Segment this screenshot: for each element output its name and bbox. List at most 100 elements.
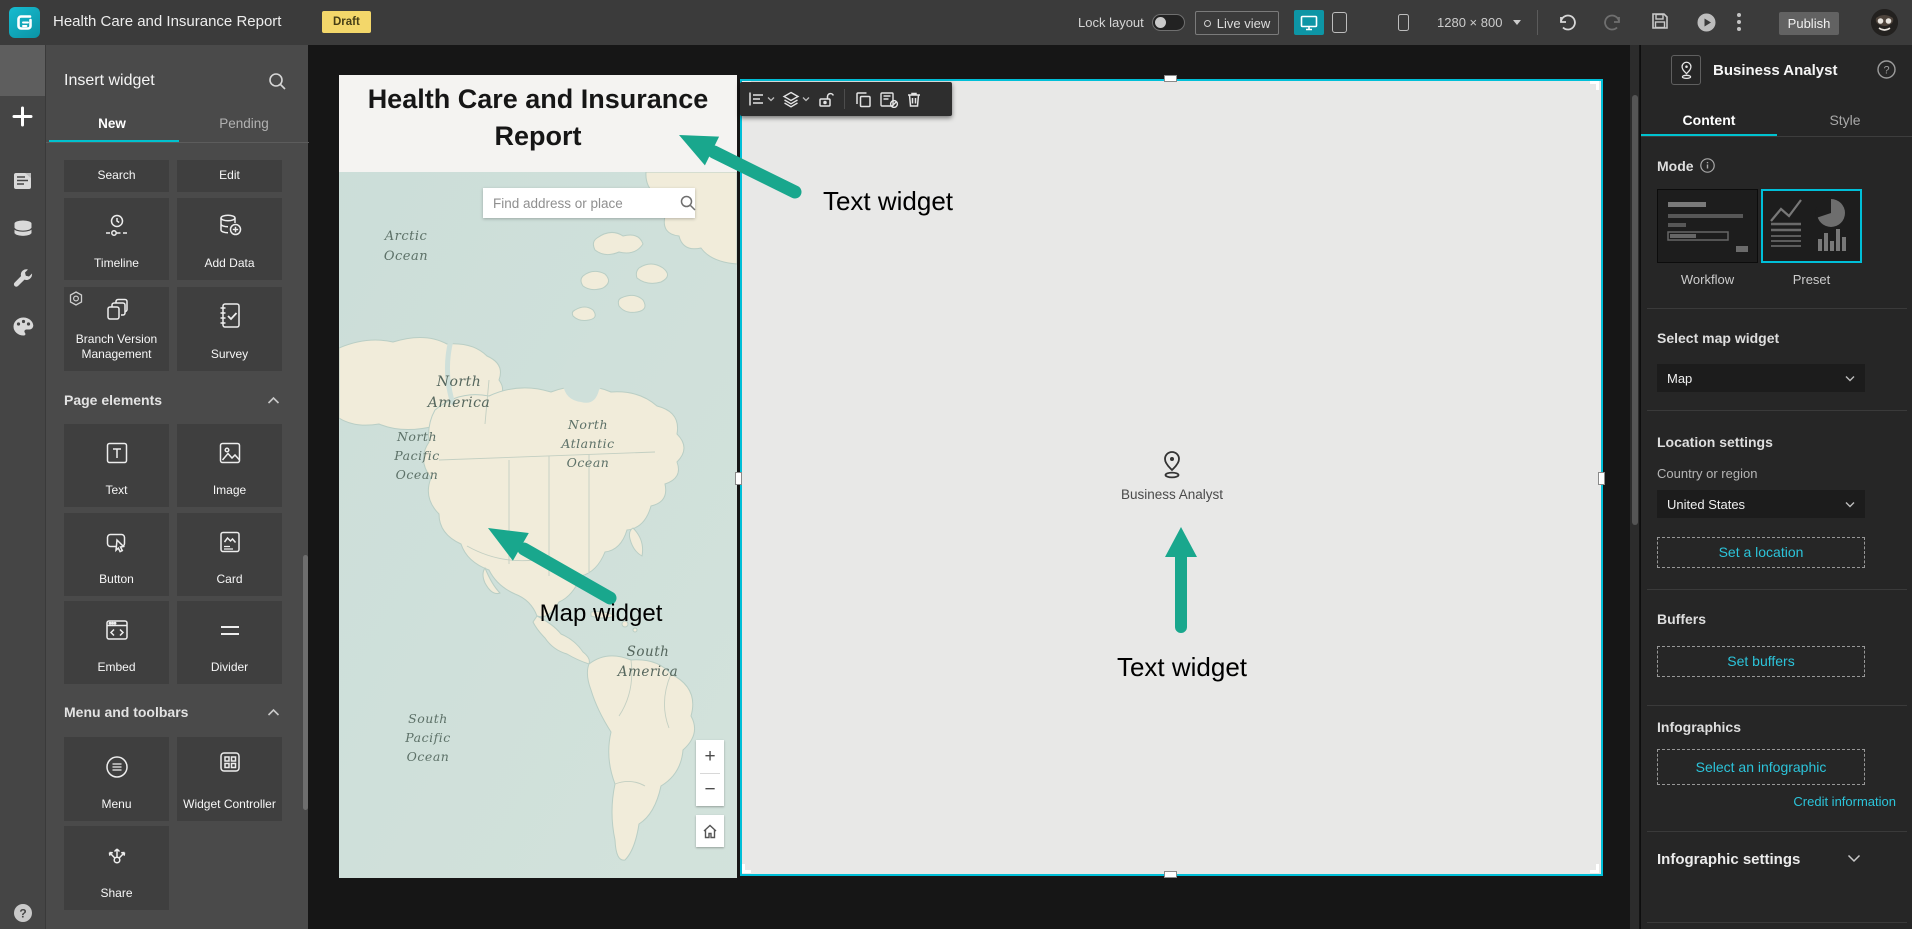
widget-tile-label: Widget Controller — [183, 797, 276, 811]
preview-play-button[interactable] — [1696, 12, 1717, 33]
undo-button[interactable] — [1556, 12, 1577, 32]
tab-pending[interactable]: Pending — [198, 116, 290, 131]
country-select[interactable]: United States — [1657, 490, 1865, 518]
widget-tile-label: Add Data — [204, 256, 255, 270]
map-search-input[interactable] — [483, 195, 680, 211]
help-icon[interactable]: ? — [13, 903, 33, 923]
widget-tile-menu[interactable]: Menu — [64, 737, 169, 821]
lock-layout-toggle[interactable] — [1152, 14, 1185, 31]
chevron-down-icon[interactable] — [1847, 854, 1861, 863]
device-desktop-button[interactable] — [1294, 10, 1324, 35]
live-view-button[interactable]: Live view — [1195, 11, 1279, 35]
mode-option-workflow[interactable] — [1657, 189, 1758, 263]
widget-tile-embed[interactable]: Embed — [64, 601, 169, 684]
widget-tile-label: Button — [99, 572, 134, 586]
section-divider — [1647, 705, 1907, 706]
widget-tile-image[interactable]: Image — [177, 424, 282, 507]
mode-option-preset[interactable] — [1761, 189, 1862, 263]
tab-style[interactable]: Style — [1777, 112, 1912, 128]
tab-divider — [1641, 136, 1912, 137]
business-analyst-settings-panel: Business Analyst ? Content Style Mode Wo… — [1640, 45, 1912, 929]
map-zoom-control: + − — [696, 740, 724, 806]
set-buffers-button[interactable]: Set buffers — [1657, 646, 1865, 677]
business-analyst-pin-icon — [1680, 61, 1692, 79]
widget-tile-add-data[interactable]: Add Data — [177, 198, 282, 280]
panel-title: Business Analyst — [1713, 62, 1838, 79]
redo-button[interactable] — [1603, 12, 1624, 32]
page-panel-icon[interactable] — [12, 171, 33, 191]
device-tablet-button[interactable] — [1332, 12, 1347, 33]
set-location-button[interactable]: Set a location — [1657, 537, 1865, 568]
widget-tile-survey[interactable]: Survey — [177, 287, 282, 371]
widget-tile-button[interactable]: Button — [64, 513, 169, 596]
resolution-selector[interactable]: 1280 × 800 — [1437, 15, 1502, 30]
add-data-icon — [215, 211, 245, 241]
widget-tile-edit[interactable]: Edit — [177, 160, 282, 192]
more-options-button[interactable] — [1736, 12, 1742, 32]
map-home-button[interactable] — [696, 815, 724, 847]
resize-handle-right[interactable] — [1598, 472, 1605, 485]
layers-order-button[interactable] — [782, 91, 810, 108]
topbar-divider — [1537, 10, 1538, 35]
resize-handle-bottom-left[interactable] — [742, 864, 751, 873]
info-icon[interactable] — [1700, 158, 1715, 173]
country-value: United States — [1667, 496, 1746, 512]
publish-button[interactable]: Publish — [1779, 12, 1839, 35]
insert-widget-icon[interactable] — [12, 106, 33, 127]
zoom-out-button[interactable]: − — [696, 773, 724, 806]
widget-tile-search[interactable]: Search — [64, 160, 169, 192]
button-icon — [103, 528, 131, 556]
unlock-button[interactable] — [817, 91, 834, 108]
widget-tile-label: Survey — [210, 347, 249, 361]
widget-toolbar — [740, 82, 952, 116]
widget-tile-card[interactable]: Card — [177, 513, 282, 596]
avatar[interactable] — [1871, 9, 1898, 36]
device-phone-button[interactable] — [1398, 14, 1409, 31]
buffers-label: Buffers — [1657, 611, 1707, 627]
chevron-up-icon[interactable] — [267, 708, 280, 717]
widget-tile-label: Divider — [210, 660, 249, 674]
section-menu-toolbars[interactable]: Menu and toolbars — [64, 704, 188, 720]
tools-panel-icon[interactable] — [12, 268, 34, 290]
infographic-settings-header[interactable]: Infographic settings — [1657, 851, 1800, 868]
annotation-arrow-ba — [1165, 527, 1197, 633]
widget-tile-widget-controller[interactable]: Widget Controller — [177, 737, 282, 821]
app-logo-icon[interactable] — [9, 7, 40, 38]
canvas-scrollbar-thumb[interactable] — [1631, 95, 1638, 525]
duplicate-button[interactable] — [855, 91, 872, 108]
section-page-elements[interactable]: Page elements — [64, 392, 162, 408]
chevron-up-icon[interactable] — [267, 396, 280, 405]
resize-handle-top[interactable] — [1164, 75, 1177, 82]
widget-tile-timeline[interactable]: Timeline — [64, 198, 169, 280]
panel-scrollbar[interactable] — [303, 555, 308, 810]
data-panel-icon[interactable] — [12, 219, 34, 240]
widget-tile-label: Embed — [97, 660, 136, 674]
resize-handle-left[interactable] — [735, 472, 742, 485]
help-icon[interactable]: ? — [1877, 60, 1896, 79]
tab-content[interactable]: Content — [1641, 112, 1777, 128]
widget-tile-label: Menu — [101, 797, 132, 811]
widget-tile-divider[interactable]: Divider — [177, 601, 282, 684]
resize-handle-bottom-right[interactable] — [1590, 864, 1599, 873]
save-button[interactable] — [1651, 12, 1669, 30]
save-as-template-button[interactable] — [879, 91, 899, 108]
zoom-in-button[interactable]: + — [696, 740, 724, 773]
map-widget-select[interactable]: Map — [1657, 364, 1865, 392]
section-divider — [1647, 831, 1907, 832]
select-infographic-button[interactable]: Select an infographic — [1657, 749, 1865, 785]
annotation-arrow-map — [488, 528, 617, 605]
credit-information-link[interactable]: Credit information — [1793, 794, 1896, 809]
mode-preset-label: Preset — [1792, 272, 1831, 287]
widget-tile-share[interactable]: Share — [64, 826, 169, 910]
widget-tile-label: Timeline — [94, 256, 139, 270]
search-icon[interactable] — [268, 72, 287, 91]
tab-new[interactable]: New — [66, 116, 158, 131]
widget-tile-text[interactable]: Text — [64, 424, 169, 507]
align-button[interactable] — [748, 91, 775, 107]
widget-tile-branch-version-management[interactable]: Branch Version Management — [64, 287, 169, 371]
theme-panel-icon[interactable] — [12, 316, 35, 337]
resize-handle-top-right[interactable] — [1590, 81, 1599, 90]
delete-button[interactable] — [906, 91, 922, 108]
resize-handle-bottom[interactable] — [1164, 871, 1177, 878]
page-title: Health Care and Insurance Report — [367, 84, 709, 152]
